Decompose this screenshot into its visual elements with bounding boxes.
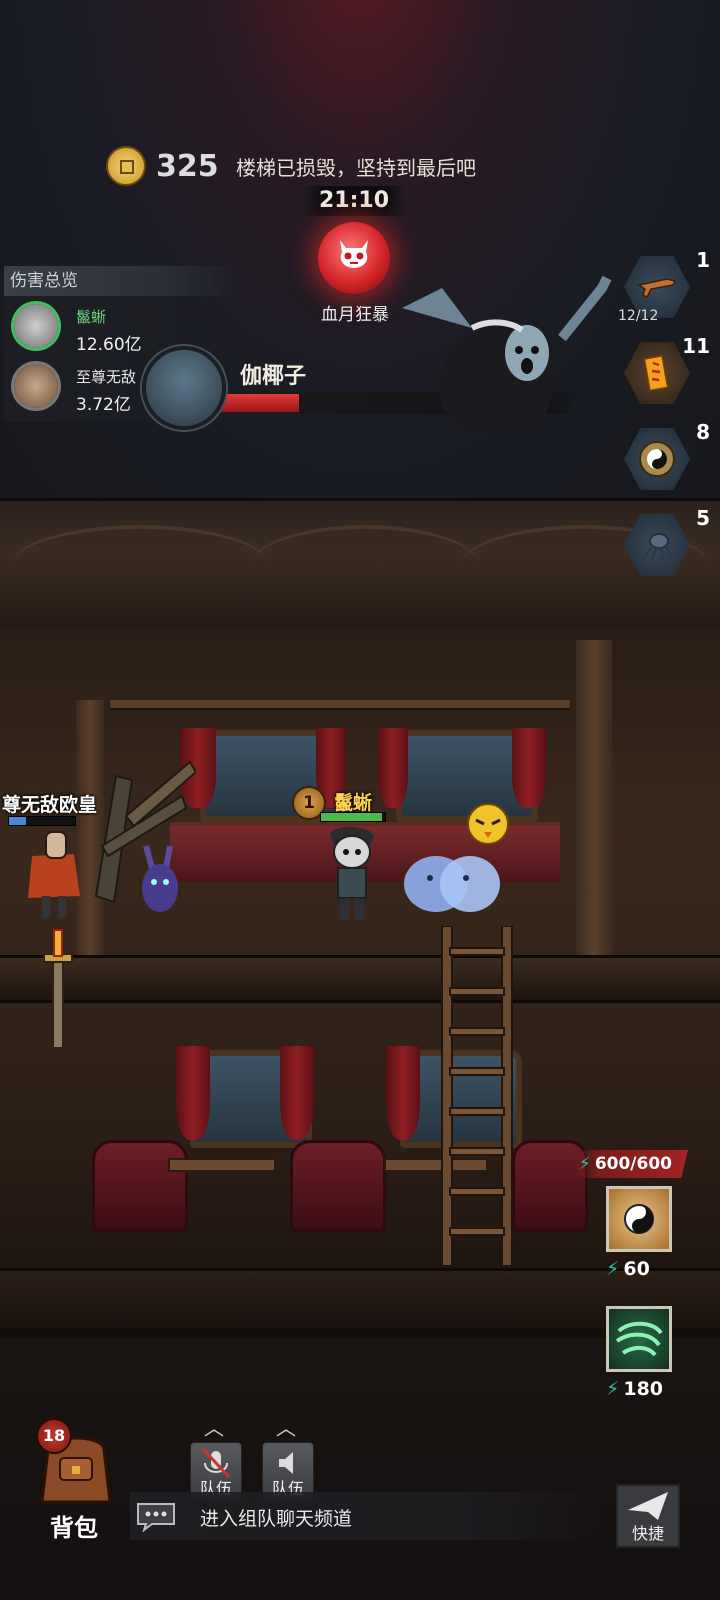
skill-cost: ⚡ 60 [606,1258,650,1280]
chevron-up-icon[interactable]: ︿ [276,1412,296,1441]
chevron-up-icon[interactable]: ︿ [204,1412,224,1441]
player-avatar [14,304,58,348]
lightning-icon: ⚡ [606,1378,620,1400]
seat [92,1140,188,1232]
curtain [176,1046,210,1140]
ally-hp-fill [9,817,26,825]
pet-yellow-bird [467,803,509,845]
chat-bubble-icon [137,1503,175,1532]
demon-skull-icon [340,240,368,268]
blood-moon-event-button[interactable] [318,222,390,294]
curtain [280,1046,314,1140]
bagua-skill-icon [624,1204,654,1234]
objective-notice: 楼梯已损毁，坚持到最后吧 [236,156,476,180]
damage-value: 12.60亿 [76,335,142,355]
inventory-slot-spider[interactable]: 5 [624,506,710,578]
damage-overview-title: 伤害总览 [4,266,240,296]
lightning-icon: ⚡ [606,1258,620,1280]
upper-floor [0,955,720,1003]
player-character[interactable] [322,824,382,924]
energy-value: 600/600 [594,1154,672,1174]
floating-sword [43,929,73,1049]
item-count: 11 [682,334,710,358]
ally-name-tag: 尊无敌欧皇 [2,794,98,816]
damage-value: 3.72亿 [76,395,131,415]
damage-player-name: 鬣蜥 [76,308,107,326]
bag-count-badge: 18 [36,1418,72,1454]
countdown-timer: 21:10 [302,186,406,216]
roof-arc [10,525,270,609]
curtain [386,1046,420,1140]
ladder[interactable] [440,926,516,1266]
ammo-count: 12/12 [618,308,659,324]
ghost-boss-figure [402,275,612,433]
ally-hp-bar [8,816,76,826]
coin-amount: 325 [156,148,219,184]
coin-counter: 325 [106,146,219,186]
boss-avatar [142,346,226,430]
player-hp-bar [320,812,386,822]
quick-message-button[interactable]: 快捷 [616,1484,680,1548]
skill-button-bagua[interactable] [606,1186,672,1252]
player-avatar [14,364,58,408]
rifle-icon [637,278,677,299]
quick-message-label: 快捷 [631,1524,664,1543]
damage-row: 鬣蜥 12.60亿 [10,300,240,356]
skill-cost: ⚡ 180 [606,1378,664,1400]
whirlwind-skill-icon [615,1321,663,1357]
item-count: 5 [696,506,710,530]
event-label: 血月狂暴 [321,305,389,325]
skill-button-whirlwind[interactable] [606,1306,672,1372]
seat [290,1140,386,1232]
item-count: 8 [696,420,710,444]
seat [512,1140,588,1232]
curtain [378,728,408,808]
player-name-tag: 鬣蜥 [334,792,373,814]
chat-prompt: 进入组队聊天频道 [200,1508,353,1530]
team-chat-entry[interactable]: 进入组队聊天频道 [130,1492,600,1540]
luggage-shelf [110,700,570,710]
energy-counter: ⚡ 600/600 [576,1150,688,1178]
damage-player-name: 至尊无敌 [76,368,137,386]
player-hp-fill [321,813,382,821]
dining-table [168,1158,276,1172]
boss-name: 伽椰子 [240,364,307,389]
talisman-icon [643,354,669,392]
item-count: 1 [696,248,710,272]
roof-arc [250,525,480,609]
bag-label[interactable]: 背包 [50,1508,98,1543]
ally-character[interactable] [24,826,84,922]
pillar [576,640,612,960]
spider-icon [641,533,673,562]
yin-yang-compass-icon [639,441,675,477]
pet-purple-rabbit [142,845,178,912]
inventory-slot-compass[interactable]: 8 [624,420,710,492]
coin-icon [106,146,146,186]
inventory-slot-rifle[interactable]: 1 12/12 [618,248,710,324]
inventory-slot-talisman[interactable]: 11 [624,334,710,406]
